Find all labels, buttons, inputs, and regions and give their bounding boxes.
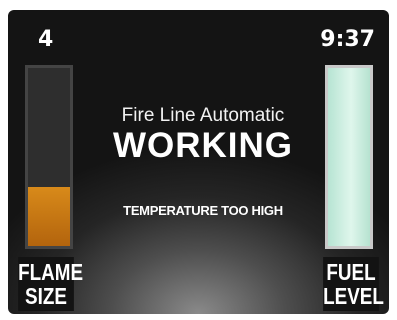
mode-subtitle: Fire Line Automatic [121,105,285,126]
status-text: WORKING [112,126,294,165]
flame-size-gauge[interactable] [25,65,73,249]
flame-size-label-line2: SIZE [25,283,67,309]
warning-message: TEMPERATURE TOO HIGH [123,203,283,218]
flame-size-value: 4 [38,27,54,52]
flame-size-button[interactable]: FLAME SIZE [18,257,84,311]
clock-display: 9:37 [320,27,375,52]
fuel-level-gauge-fill [328,68,370,246]
fuel-level-label-line1: FUEL [326,259,376,285]
fuel-level-button[interactable]: FUEL LEVEL [323,257,384,311]
fireplace-control-screen: 4 9:37 Fire Line Automatic WORKING TEMPE… [8,10,389,314]
flame-size-gauge-fill [28,187,70,246]
fuel-level-label-line2: LEVEL [323,283,384,309]
flame-size-label-line1: FLAME [18,259,84,285]
fuel-level-gauge [325,65,373,249]
